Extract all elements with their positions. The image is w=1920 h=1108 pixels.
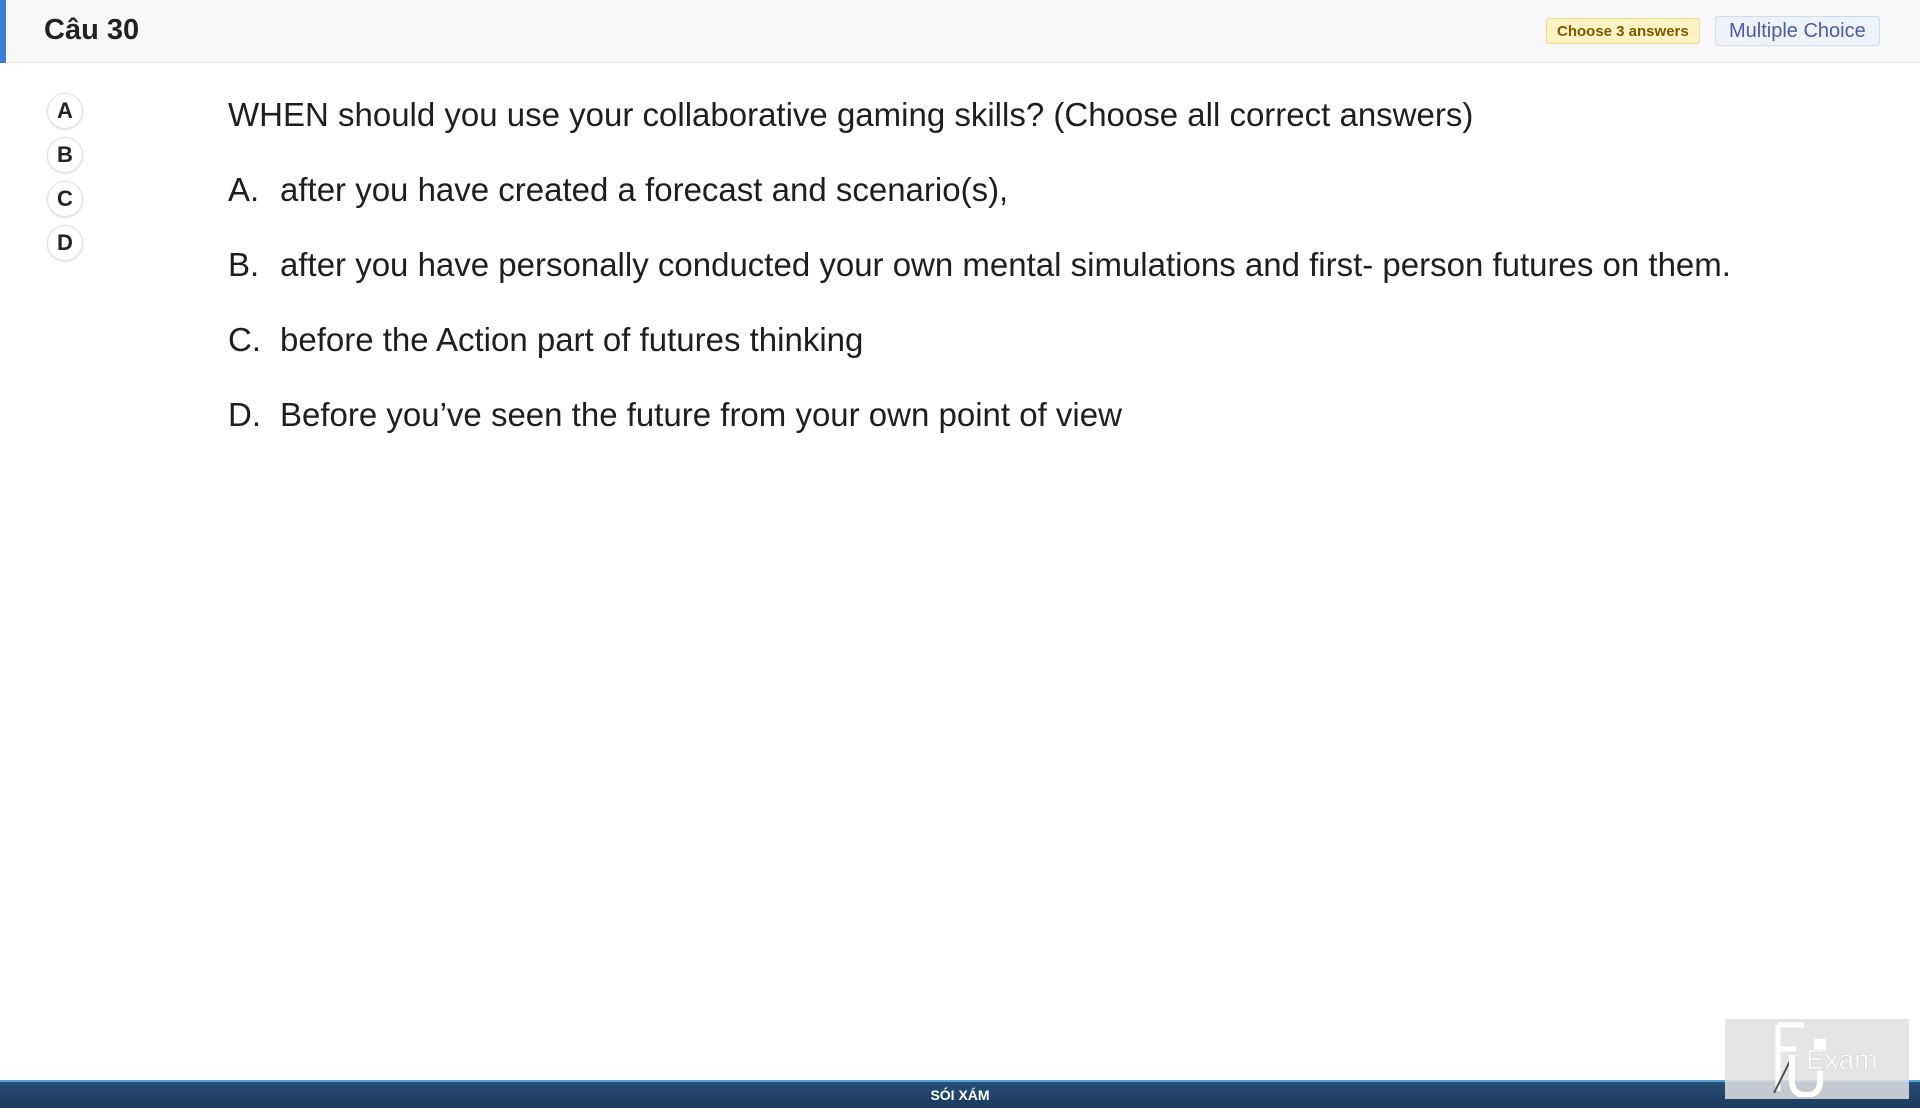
question-text: WHEN should you use your collaborative g… xyxy=(228,96,1474,133)
exam-question-page: Câu 30 Choose 3 answers Multiple Choice … xyxy=(0,0,1920,1108)
question-type-badge: Multiple Choice xyxy=(1715,16,1880,46)
option-c: C. before the Action part of futures thin… xyxy=(228,320,863,360)
fu-exam-logo: Exam xyxy=(1725,1019,1909,1099)
answer-choice-c[interactable]: C xyxy=(47,181,83,217)
footer-bar: SÓI XÁM xyxy=(0,1080,1920,1108)
option-text: Before you’ve seen the future from your … xyxy=(280,396,1122,433)
option-text: after you have personally conducted your… xyxy=(280,246,1731,283)
fu-exam-logo-icon: Exam xyxy=(1773,1022,1878,1097)
option-letter: B. xyxy=(228,246,260,283)
option-d: D. Before you’ve seen the future from you… xyxy=(228,395,1122,435)
header-accent-bar xyxy=(0,0,6,63)
answer-choice-d[interactable]: D xyxy=(47,225,83,261)
svg-text:Exam: Exam xyxy=(1806,1044,1878,1075)
question-number: Câu 30 xyxy=(44,14,140,46)
option-letter: A. xyxy=(228,171,260,208)
question-header: Câu 30 Choose 3 answers Multiple Choice xyxy=(0,0,1920,63)
option-text: after you have created a forecast and sc… xyxy=(280,171,1009,208)
option-letter: D. xyxy=(228,396,261,433)
option-b: B. after you have personally conducted yo… xyxy=(228,245,1731,285)
choose-count-badge: Choose 3 answers xyxy=(1546,18,1700,44)
answer-choice-b[interactable]: B xyxy=(47,137,83,173)
option-a: A. after you have created a forecast and … xyxy=(228,170,1008,210)
answer-choice-a[interactable]: A xyxy=(47,93,83,129)
footer-text: SÓI XÁM xyxy=(930,1087,990,1103)
option-text: before the Action part of futures thinki… xyxy=(280,321,864,358)
option-letter: C. xyxy=(228,321,261,358)
